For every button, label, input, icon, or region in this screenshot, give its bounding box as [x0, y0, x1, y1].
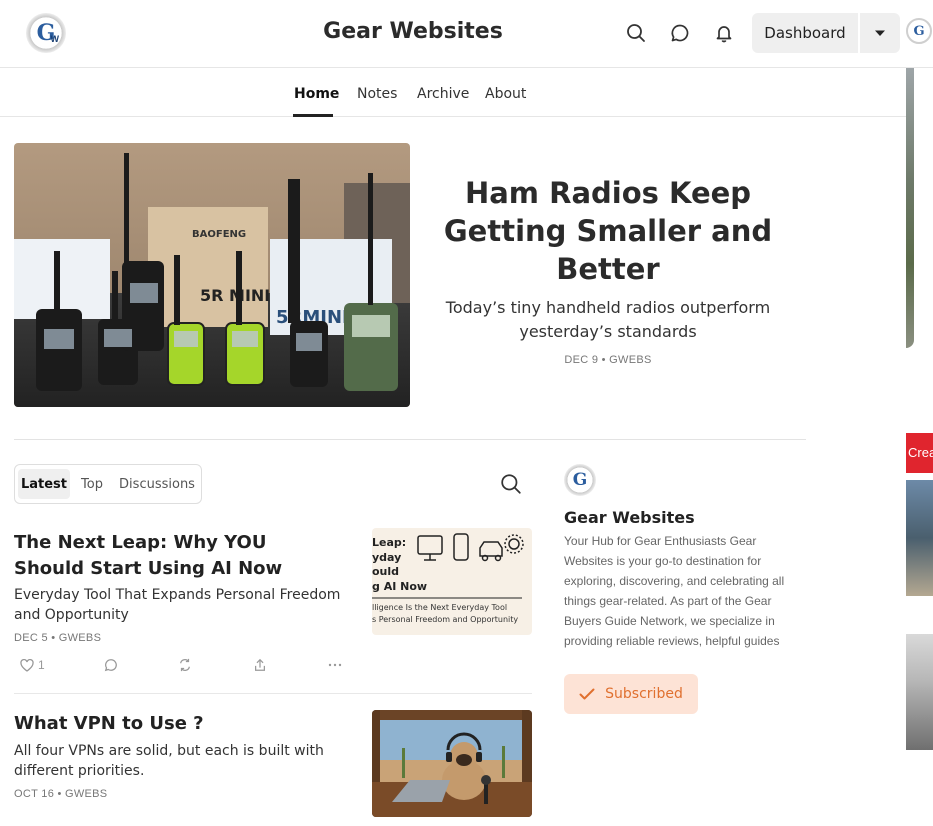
nav-archive[interactable]: Archive	[417, 86, 469, 102]
box-label: BAOFENG	[192, 229, 246, 240]
post-divider	[14, 693, 532, 694]
tab-latest[interactable]: Latest	[18, 469, 70, 499]
edge-image	[906, 634, 933, 750]
thumb-text: g AI Now	[372, 580, 427, 593]
bell-icon[interactable]	[712, 21, 736, 45]
subscribed-button[interactable]: Subscribed	[564, 674, 698, 714]
comment-button[interactable]	[104, 656, 118, 674]
vpn-article-thumbnail	[372, 710, 532, 817]
check-icon	[579, 688, 595, 700]
thumb-text: yday	[372, 551, 401, 564]
hero-meta: DEC 9 • GWEBS	[564, 354, 652, 366]
hero-title[interactable]: Ham Radios Keep Getting Smaller and Bett…	[440, 174, 776, 288]
thumb-text: Leap:	[372, 536, 406, 549]
search-icon[interactable]	[624, 21, 648, 45]
comment-icon	[104, 659, 117, 672]
chat-icon[interactable]	[668, 21, 692, 45]
like-count: 1	[38, 658, 45, 672]
edge-image	[906, 480, 933, 596]
edge-image-strip	[906, 68, 914, 348]
section-divider	[14, 439, 806, 440]
post-thumbnail[interactable]: Leap: yday ould g AI Now lligence Is the…	[372, 528, 532, 635]
like-button[interactable]: 1	[20, 656, 45, 674]
share-icon	[255, 658, 265, 671]
chevron-down-icon	[875, 30, 885, 36]
dashboard-button[interactable]: Dashboard	[752, 13, 858, 53]
post-thumbnail[interactable]	[372, 710, 532, 817]
nav-about[interactable]: About	[485, 86, 526, 102]
post-meta: OCT 16 • GWEBS	[14, 788, 108, 800]
hero-image[interactable]: BAOFENG 5R MINI 5RMINI	[14, 143, 410, 407]
post-subtitle: Everyday Tool That Expands Personal Free…	[14, 587, 341, 623]
publication-name[interactable]: Gear Websites	[564, 508, 695, 527]
user-avatar[interactable]: G	[906, 18, 932, 44]
post-subtitle: All four VPNs are solid, but each is bui…	[14, 743, 324, 779]
heart-icon	[20, 658, 34, 672]
hero-subtitle: Today’s tiny handheld radios outperform …	[445, 298, 771, 341]
ham-radios-photo: BAOFENG 5R MINI 5RMINI	[14, 143, 410, 407]
post-title[interactable]: The Next Leap: Why YOU Should Start Usin…	[14, 530, 334, 582]
nav-home[interactable]: Home	[294, 86, 339, 102]
restack-icon	[180, 658, 190, 672]
thumb-text: ould	[372, 565, 399, 578]
site-title[interactable]: Gear Websites	[0, 19, 826, 44]
tab-discussions[interactable]: Discussions	[117, 469, 197, 499]
publication-description: Your Hub for Gear Enthusiasts Gear Websi…	[564, 534, 785, 648]
post-meta: DEC 5 • GWEBS	[14, 632, 102, 644]
subscribed-label: Subscribed	[605, 686, 683, 702]
logo-letter: G	[572, 470, 588, 490]
thumb-caption: lligence Is the Next Everyday Tool	[372, 603, 507, 612]
nav-notes[interactable]: Notes	[357, 86, 397, 102]
more-button[interactable]	[328, 656, 342, 674]
publication-logo[interactable]: G	[564, 464, 596, 496]
tab-top[interactable]: Top	[75, 469, 109, 499]
share-button[interactable]	[253, 656, 267, 674]
nav-active-underline	[293, 114, 333, 117]
thumb-caption: s Personal Freedom and Opportunity	[372, 615, 518, 624]
box-label: 5R MINI	[200, 286, 270, 305]
post-title[interactable]: What VPN to Use ?	[14, 711, 334, 737]
edge-red-badge[interactable]: Crea	[906, 433, 933, 473]
ai-article-thumbnail: Leap: yday ould g AI Now lligence Is the…	[372, 533, 524, 624]
restack-button[interactable]	[178, 656, 192, 674]
search-icon[interactable]	[500, 473, 524, 497]
feed-tabs: Latest Top Discussions	[14, 464, 202, 504]
site-header: G W Gear Websites Dashboard G	[0, 0, 933, 68]
dashboard-menu-button[interactable]	[860, 13, 900, 53]
more-dots-icon	[328, 663, 342, 667]
section-nav: Home Notes Archive About	[0, 69, 906, 117]
